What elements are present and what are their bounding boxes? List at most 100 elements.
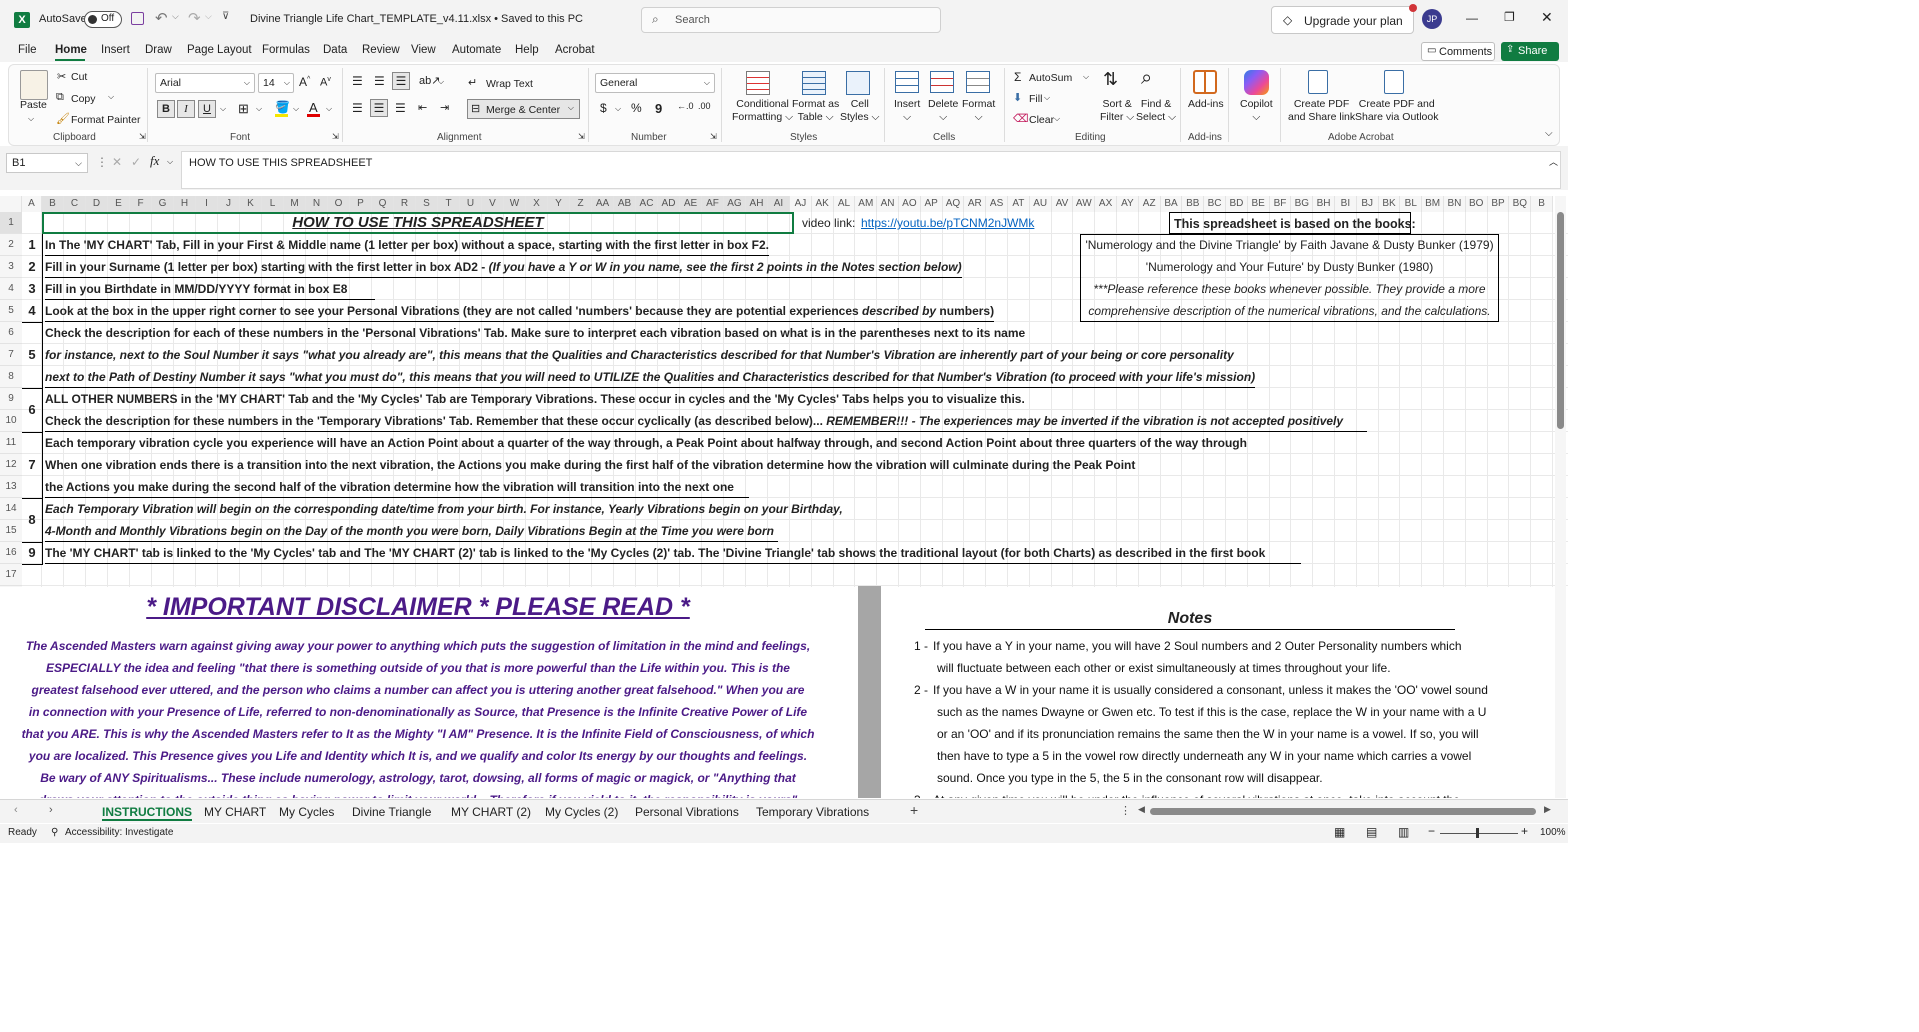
create-pdf-link-icon[interactable] <box>1308 70 1328 94</box>
column-header[interactable]: AV <box>1051 196 1074 212</box>
restore-icon[interactable]: ❐ <box>1504 10 1515 24</box>
delete-cells-button[interactable]: Delete ⌵ <box>928 98 958 124</box>
column-header[interactable]: AG <box>724 196 746 212</box>
sort-filter-icon[interactable]: ⇅ <box>1103 69 1118 90</box>
column-header[interactable]: F <box>130 196 152 212</box>
column-header[interactable]: AW <box>1073 196 1096 212</box>
column-header[interactable]: L <box>262 196 284 212</box>
copy-dropdown-icon[interactable]: ⌵ <box>108 92 114 102</box>
column-header[interactable]: AP <box>920 196 943 212</box>
row-header[interactable]: 12 <box>0 454 22 476</box>
number-format-select[interactable]: General ⌵ <box>595 73 715 93</box>
sheet-tab-my-cycles[interactable]: My Cycles <box>279 803 334 821</box>
confirm-entry-icon[interactable]: ✓ <box>131 155 141 169</box>
column-header[interactable]: BC <box>1204 196 1226 212</box>
zoom-out-icon[interactable]: − <box>1428 824 1435 838</box>
underline-dropdown-icon[interactable]: ⌵ <box>220 104 226 114</box>
insert-cells-icon[interactable] <box>895 71 919 93</box>
tab-formulas[interactable]: Formulas <box>262 44 310 56</box>
currency-dropdown-icon[interactable]: ⌵ <box>615 104 621 114</box>
column-header[interactable]: AE <box>680 196 702 212</box>
scroll-right-icon[interactable]: ▶ <box>1544 804 1551 815</box>
column-header[interactable]: Z <box>570 196 592 212</box>
column-header[interactable]: AR <box>964 196 987 212</box>
conditional-formatting-button[interactable]: Conditional Formatting ⌵ <box>732 98 793 124</box>
redo-icon[interactable]: ↷ <box>188 9 201 27</box>
autosum-button[interactable]: AutoSum <box>1029 72 1072 84</box>
vertical-scroll-thumb[interactable] <box>1557 212 1564 429</box>
tab-insert[interactable]: Insert <box>101 44 130 56</box>
create-pdf-share-link-button[interactable]: Create PDF and Share link <box>1288 98 1355 124</box>
page-layout-view-icon[interactable]: ▤ <box>1366 825 1377 839</box>
column-header[interactable]: BP <box>1487 196 1510 212</box>
column-header[interactable]: T <box>438 196 460 212</box>
font-size-select[interactable]: 14 ⌵ <box>258 73 294 93</box>
align-middle-icon[interactable]: ☰ <box>374 74 385 88</box>
column-header[interactable]: AB <box>614 196 636 212</box>
borders-icon[interactable]: ⊞ <box>238 101 249 117</box>
increase-font-icon[interactable]: A^ <box>299 75 310 89</box>
comma-style-icon[interactable]: 9 <box>655 101 662 116</box>
row-header[interactable]: 17 <box>0 564 22 586</box>
accessibility-status[interactable]: Accessibility: Investigate <box>65 827 173 838</box>
sheet-tab-personal-vibrations[interactable]: Personal Vibrations <box>635 803 739 821</box>
row-header[interactable]: 9 <box>0 388 22 410</box>
share-button[interactable]: ⇪ Share <box>1501 42 1559 61</box>
column-header[interactable]: BG <box>1291 196 1314 212</box>
format-cells-icon[interactable] <box>966 71 990 93</box>
align-left-icon[interactable]: ☰ <box>352 101 363 115</box>
column-header[interactable]: BF <box>1269 196 1292 212</box>
format-as-table-icon[interactable] <box>802 71 826 95</box>
column-header[interactable]: N <box>306 196 328 212</box>
column-header[interactable]: AQ <box>942 196 965 212</box>
clipboard-launcher-icon[interactable]: ⇲ <box>139 132 146 141</box>
column-header[interactable]: BI <box>1335 196 1357 212</box>
column-header[interactable]: AI <box>768 196 790 212</box>
column-header[interactable]: I <box>196 196 218 212</box>
column-header[interactable]: AM <box>855 196 878 212</box>
merge-center-button[interactable]: ⊟ Merge & Center ⌵ <box>467 99 580 119</box>
row-header[interactable]: 14 <box>0 498 22 520</box>
align-right-icon[interactable]: ☰ <box>395 101 406 115</box>
tab-view[interactable]: View <box>411 44 436 56</box>
column-header[interactable]: BK <box>1378 196 1401 212</box>
column-header[interactable]: K <box>240 196 262 212</box>
clear-button[interactable]: Clear <box>1029 114 1054 126</box>
row-header[interactable]: 13 <box>0 476 22 498</box>
row-header[interactable]: 3 <box>0 256 22 278</box>
column-header[interactable]: AN <box>877 196 899 212</box>
column-header[interactable]: AL <box>833 196 856 212</box>
column-header[interactable]: Y <box>548 196 570 212</box>
column-header[interactable]: BL <box>1400 196 1423 212</box>
tab-review[interactable]: Review <box>362 44 400 56</box>
column-header[interactable]: AX <box>1095 196 1117 212</box>
decrease-indent-icon[interactable]: ⇤ <box>418 101 427 114</box>
collapse-formula-bar-icon[interactable]: ︿ <box>1549 155 1558 168</box>
insert-function-icon[interactable]: fx <box>150 153 159 169</box>
row-header[interactable]: 6 <box>0 322 22 344</box>
column-header[interactable]: BE <box>1247 196 1270 212</box>
zoom-slider-thumb[interactable] <box>1476 828 1479 838</box>
delete-cells-icon[interactable] <box>930 71 954 93</box>
close-icon[interactable]: ✕ <box>1541 9 1553 26</box>
sheet-tab-my-chart-2[interactable]: MY CHART (2) <box>451 803 531 821</box>
align-center-icon[interactable]: ☰ <box>370 99 388 117</box>
cell-styles-button[interactable]: Cell Styles ⌵ <box>840 98 879 124</box>
column-header[interactable]: AO <box>899 196 921 212</box>
accessibility-icon[interactable]: ⚲ <box>51 827 58 838</box>
row-header[interactable]: 7 <box>0 344 22 366</box>
column-header[interactable]: J <box>218 196 240 212</box>
column-header[interactable]: B <box>42 196 64 212</box>
column-header[interactable]: AD <box>658 196 680 212</box>
zoom-in-icon[interactable]: + <box>1521 824 1528 838</box>
column-header[interactable]: E <box>108 196 130 212</box>
tab-acrobat[interactable]: Acrobat <box>555 44 595 56</box>
cell-styles-icon[interactable] <box>846 71 870 95</box>
column-header[interactable]: AA <box>592 196 614 212</box>
column-header[interactable]: AZ <box>1138 196 1161 212</box>
paste-dropdown-icon[interactable]: ⌵ <box>28 112 34 125</box>
percent-icon[interactable]: % <box>631 101 642 115</box>
tab-file[interactable]: File <box>18 44 37 56</box>
undo-icon[interactable]: ↶ <box>155 9 168 27</box>
wrap-text-button[interactable]: Wrap Text <box>486 78 533 90</box>
